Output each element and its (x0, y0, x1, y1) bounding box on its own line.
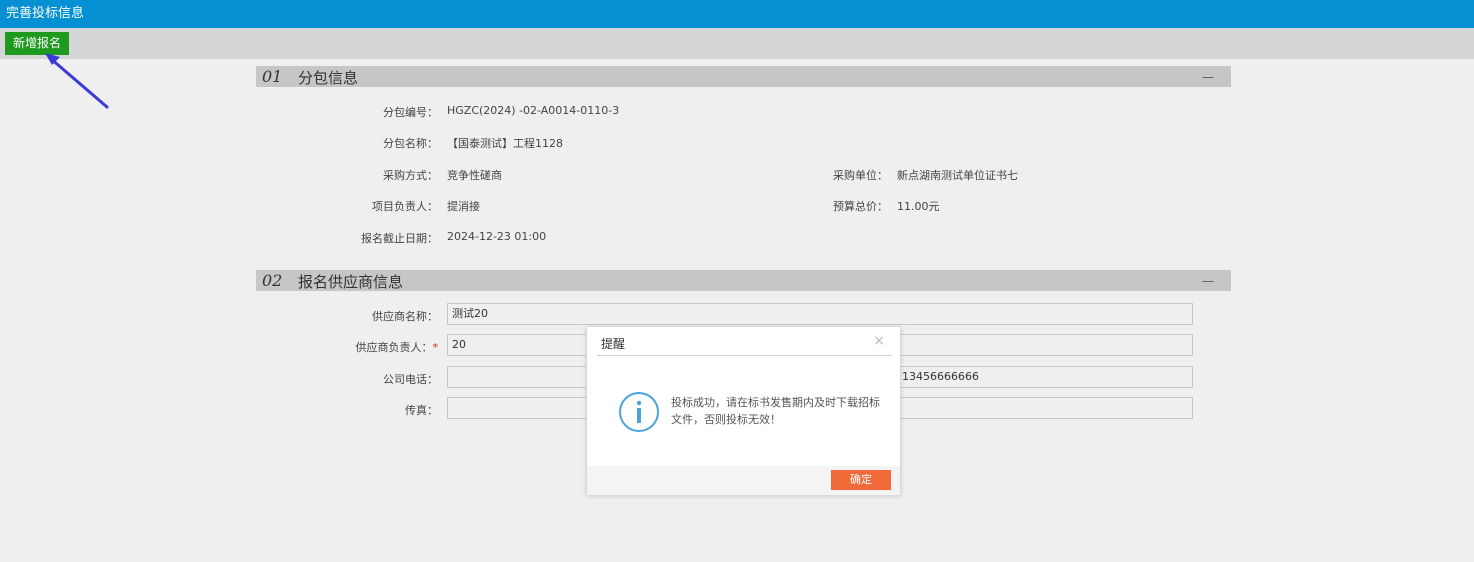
section-number: 01 (262, 67, 283, 86)
package-no-value: HGZC(2024) -02-A0014-0110-3 (447, 104, 620, 117)
supplier-contact-label-text: 供应商负责人： (355, 341, 433, 354)
collapse-icon[interactable]: — (1202, 274, 1214, 288)
dialog-footer: 确定 (587, 466, 900, 495)
deadline-value: 2024-12-23 01:00 (447, 230, 547, 243)
dialog-title: 提醒 (601, 337, 626, 351)
page-title: 完善投标信息 (6, 6, 85, 21)
section-supplier-info-header: 02 报名供应商信息 — (256, 270, 1231, 291)
supplier-name-input[interactable]: 测试20 (447, 303, 1193, 325)
fax-label: 传真： (405, 404, 438, 417)
close-icon[interactable]: × (873, 333, 885, 349)
page-title-bar: 完善投标信息 (0, 0, 1474, 28)
budget-value: 11.00元 (897, 200, 940, 213)
confirm-button[interactable]: 确定 (831, 470, 891, 490)
toolbar: 新增报名 (0, 28, 1474, 59)
mobile-value: 13456666666 (902, 370, 979, 383)
section-title: 分包信息 (298, 69, 359, 87)
package-name-label: 分包名称： (383, 137, 438, 150)
package-name-value: 【国泰测试】工程1128 (447, 137, 563, 150)
purchase-method-value: 竞争性磋商 (447, 169, 502, 182)
collapse-icon[interactable]: — (1202, 70, 1214, 84)
section-title: 报名供应商信息 (298, 273, 404, 291)
alert-dialog: 提醒 × 投标成功，请在标书发售期内及时下载招标文件，否则投标无效！ 确定 (586, 326, 901, 495)
budget-label: 预算总价： (833, 200, 888, 213)
info-icon (619, 392, 659, 432)
project-manager-value: 提消接 (447, 200, 480, 213)
company-phone-label: 公司电话： (383, 373, 438, 386)
deadline-label: 报名截止日期： (361, 232, 438, 245)
supplier-contact-label: 供应商负责人：* (298, 339, 439, 355)
annotation-arrow-icon (45, 53, 109, 109)
required-mark: * (432, 341, 439, 354)
buyer-value: 新点湖南测试单位证书七 (897, 169, 1018, 182)
supplier-name-label: 供应商名称： (372, 310, 438, 323)
section-package-info-header: 01 分包信息 — (256, 66, 1231, 87)
buyer-label: 采购单位： (833, 169, 888, 182)
project-manager-label: 项目负责人： (372, 200, 438, 213)
section-number: 02 (262, 271, 283, 290)
dialog-message: 投标成功，请在标书发售期内及时下载招标文件，否则投标无效！ (671, 396, 880, 426)
purchase-method-label: 采购方式： (383, 169, 438, 182)
package-no-label: 分包编号： (383, 106, 438, 119)
dialog-divider (597, 355, 892, 356)
